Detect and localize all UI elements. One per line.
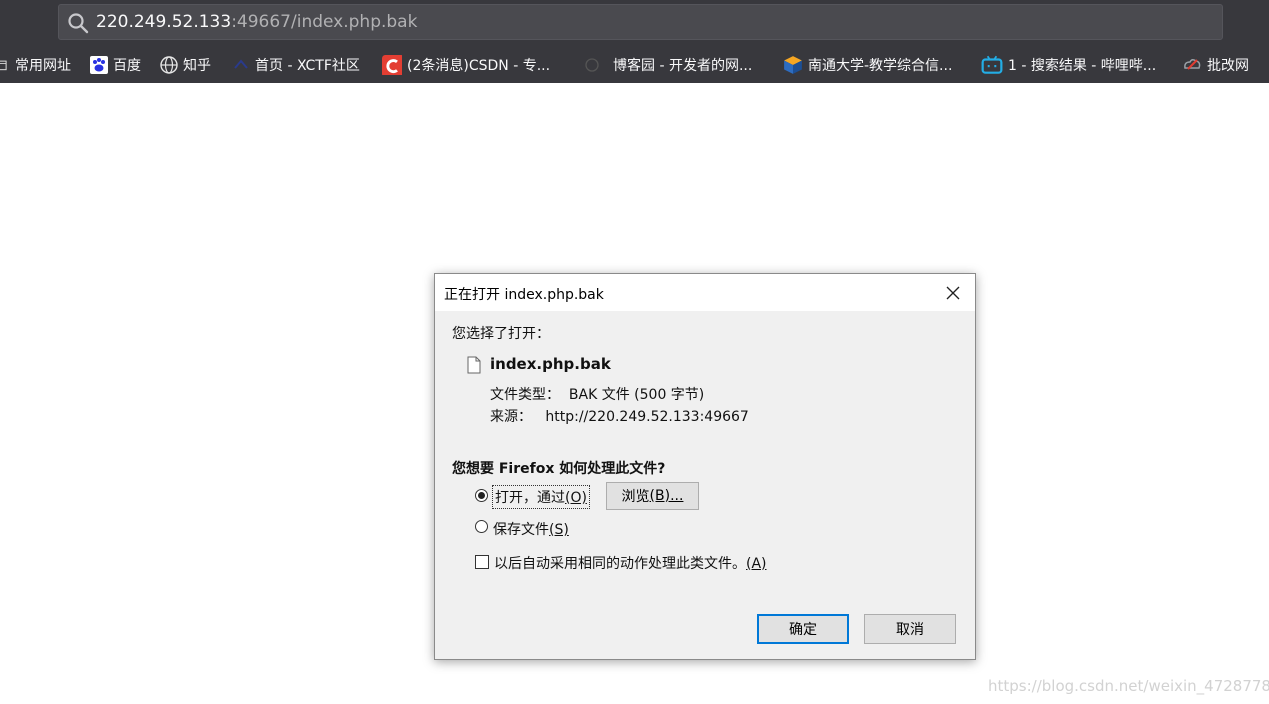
- file-type-value: BAK 文件 (500 字节): [568, 387, 705, 403]
- source-value: http://220.249.52.133:49667: [545, 409, 749, 425]
- folder-icon: [0, 60, 7, 71]
- dialog-titlebar: 正在打开 index.php.bak: [435, 274, 975, 311]
- remember-choice-label[interactable]: 以后自动采用相同的动作处理此类文件。(A): [494, 553, 767, 573]
- handling-question: 您想要 Firefox 如何处理此文件?: [452, 461, 666, 477]
- dialog-prompt: 您选择了打开：: [452, 326, 550, 342]
- browse-button[interactable]: 浏览 (B)...: [606, 482, 699, 510]
- file-name: index.php.bak: [490, 355, 611, 373]
- ok-button[interactable]: 确定: [757, 614, 849, 644]
- bookmark-label: 百度: [113, 58, 141, 74]
- open-with-label[interactable]: 打开，通过(O): [492, 485, 590, 509]
- source-label: 来源：: [490, 409, 532, 425]
- watermark: https://blog.csdn.net/weixin_47287782: [988, 677, 1269, 695]
- bookmark-pigai[interactable]: 批改网: [1182, 52, 1249, 78]
- browser-toolbar: 220.249.52.133:49667/index.php.bak 常用网址 …: [0, 0, 1269, 83]
- save-file-radio[interactable]: [475, 520, 488, 533]
- url-host: 220.249.52.133: [96, 12, 232, 32]
- browse-accesskey: (B)...: [649, 488, 684, 504]
- globe-icon: [160, 56, 178, 74]
- cnblogs-icon: [585, 58, 599, 72]
- bookmark-folder-common[interactable]: 常用网址: [0, 52, 71, 78]
- open-with-accesskey: (O): [565, 490, 587, 506]
- save-file-accesskey: (S): [549, 522, 569, 538]
- bookmark-label: 批改网: [1207, 58, 1249, 74]
- bookmark-label: (2条消息)CSDN - 专...: [407, 58, 551, 74]
- url-path: :49667/index.php.bak: [231, 12, 418, 32]
- save-file-text: 保存文件: [493, 522, 549, 538]
- baidu-paw-icon: [90, 56, 108, 74]
- bookmark-label: 1 - 搜索结果 - 哔哩哔...: [1008, 58, 1157, 74]
- url-text[interactable]: 220.249.52.133:49667/index.php.bak: [96, 12, 417, 32]
- remember-accesskey: (A): [746, 556, 767, 572]
- bookmark-label: 常用网址: [15, 58, 71, 74]
- bookmark-ntu[interactable]: 南通大学-教学综合信...: [783, 52, 952, 78]
- search-icon: [68, 13, 89, 34]
- bookmark-xctf[interactable]: 首页 - XCTF社区: [232, 52, 360, 78]
- open-file-dialog: 正在打开 index.php.bak 您选择了打开： index.php.bak…: [434, 273, 976, 660]
- bookmark-bilibili[interactable]: 1 - 搜索结果 - 哔哩哔...: [981, 52, 1156, 78]
- bookmark-baidu[interactable]: 百度: [90, 52, 141, 78]
- cancel-button[interactable]: 取消: [864, 614, 956, 644]
- bilibili-tv-icon: [981, 55, 1003, 74]
- bookmark-label: 博客园 - 开发者的网...: [613, 58, 753, 74]
- close-icon[interactable]: [941, 282, 965, 304]
- bookmark-zhihu[interactable]: 知乎: [160, 52, 211, 78]
- open-with-radio[interactable]: [475, 489, 488, 502]
- bookmark-label: 首页 - XCTF社区: [255, 58, 360, 74]
- file-icon: [467, 356, 481, 374]
- remember-text: 以后自动采用相同的动作处理此类文件。: [494, 556, 746, 572]
- xctf-icon: [234, 59, 248, 69]
- browse-text: 浏览: [621, 489, 650, 505]
- bookmark-cnblogs[interactable]: 博客园 - 开发者的网...: [583, 52, 752, 78]
- bookmark-csdn[interactable]: (2条消息)CSDN - 专...: [382, 52, 550, 78]
- open-with-text: 打开，通过: [495, 490, 565, 506]
- source-row: 来源： http://220.249.52.133:49667: [490, 406, 749, 426]
- address-bar[interactable]: 220.249.52.133:49667/index.php.bak: [58, 4, 1223, 40]
- bookmarks-toolbar: 常用网址 百度 知乎 首页 - XCTF社区 (2条消息)CSDN - 专...…: [0, 52, 1269, 78]
- remember-choice-checkbox[interactable]: [475, 555, 489, 569]
- pigai-icon: [1184, 58, 1201, 70]
- file-type-row: 文件类型： BAK 文件 (500 字节): [490, 384, 704, 404]
- bookmark-label: 南通大学-教学综合信...: [808, 58, 953, 74]
- bookmark-label: 知乎: [183, 58, 211, 74]
- save-file-label[interactable]: 保存文件(S): [493, 519, 569, 539]
- file-type-label: 文件类型：: [490, 387, 560, 403]
- csdn-icon: [382, 55, 402, 75]
- dialog-title: 正在打开 index.php.bak: [444, 287, 604, 303]
- ntu-cube-icon: [784, 56, 802, 74]
